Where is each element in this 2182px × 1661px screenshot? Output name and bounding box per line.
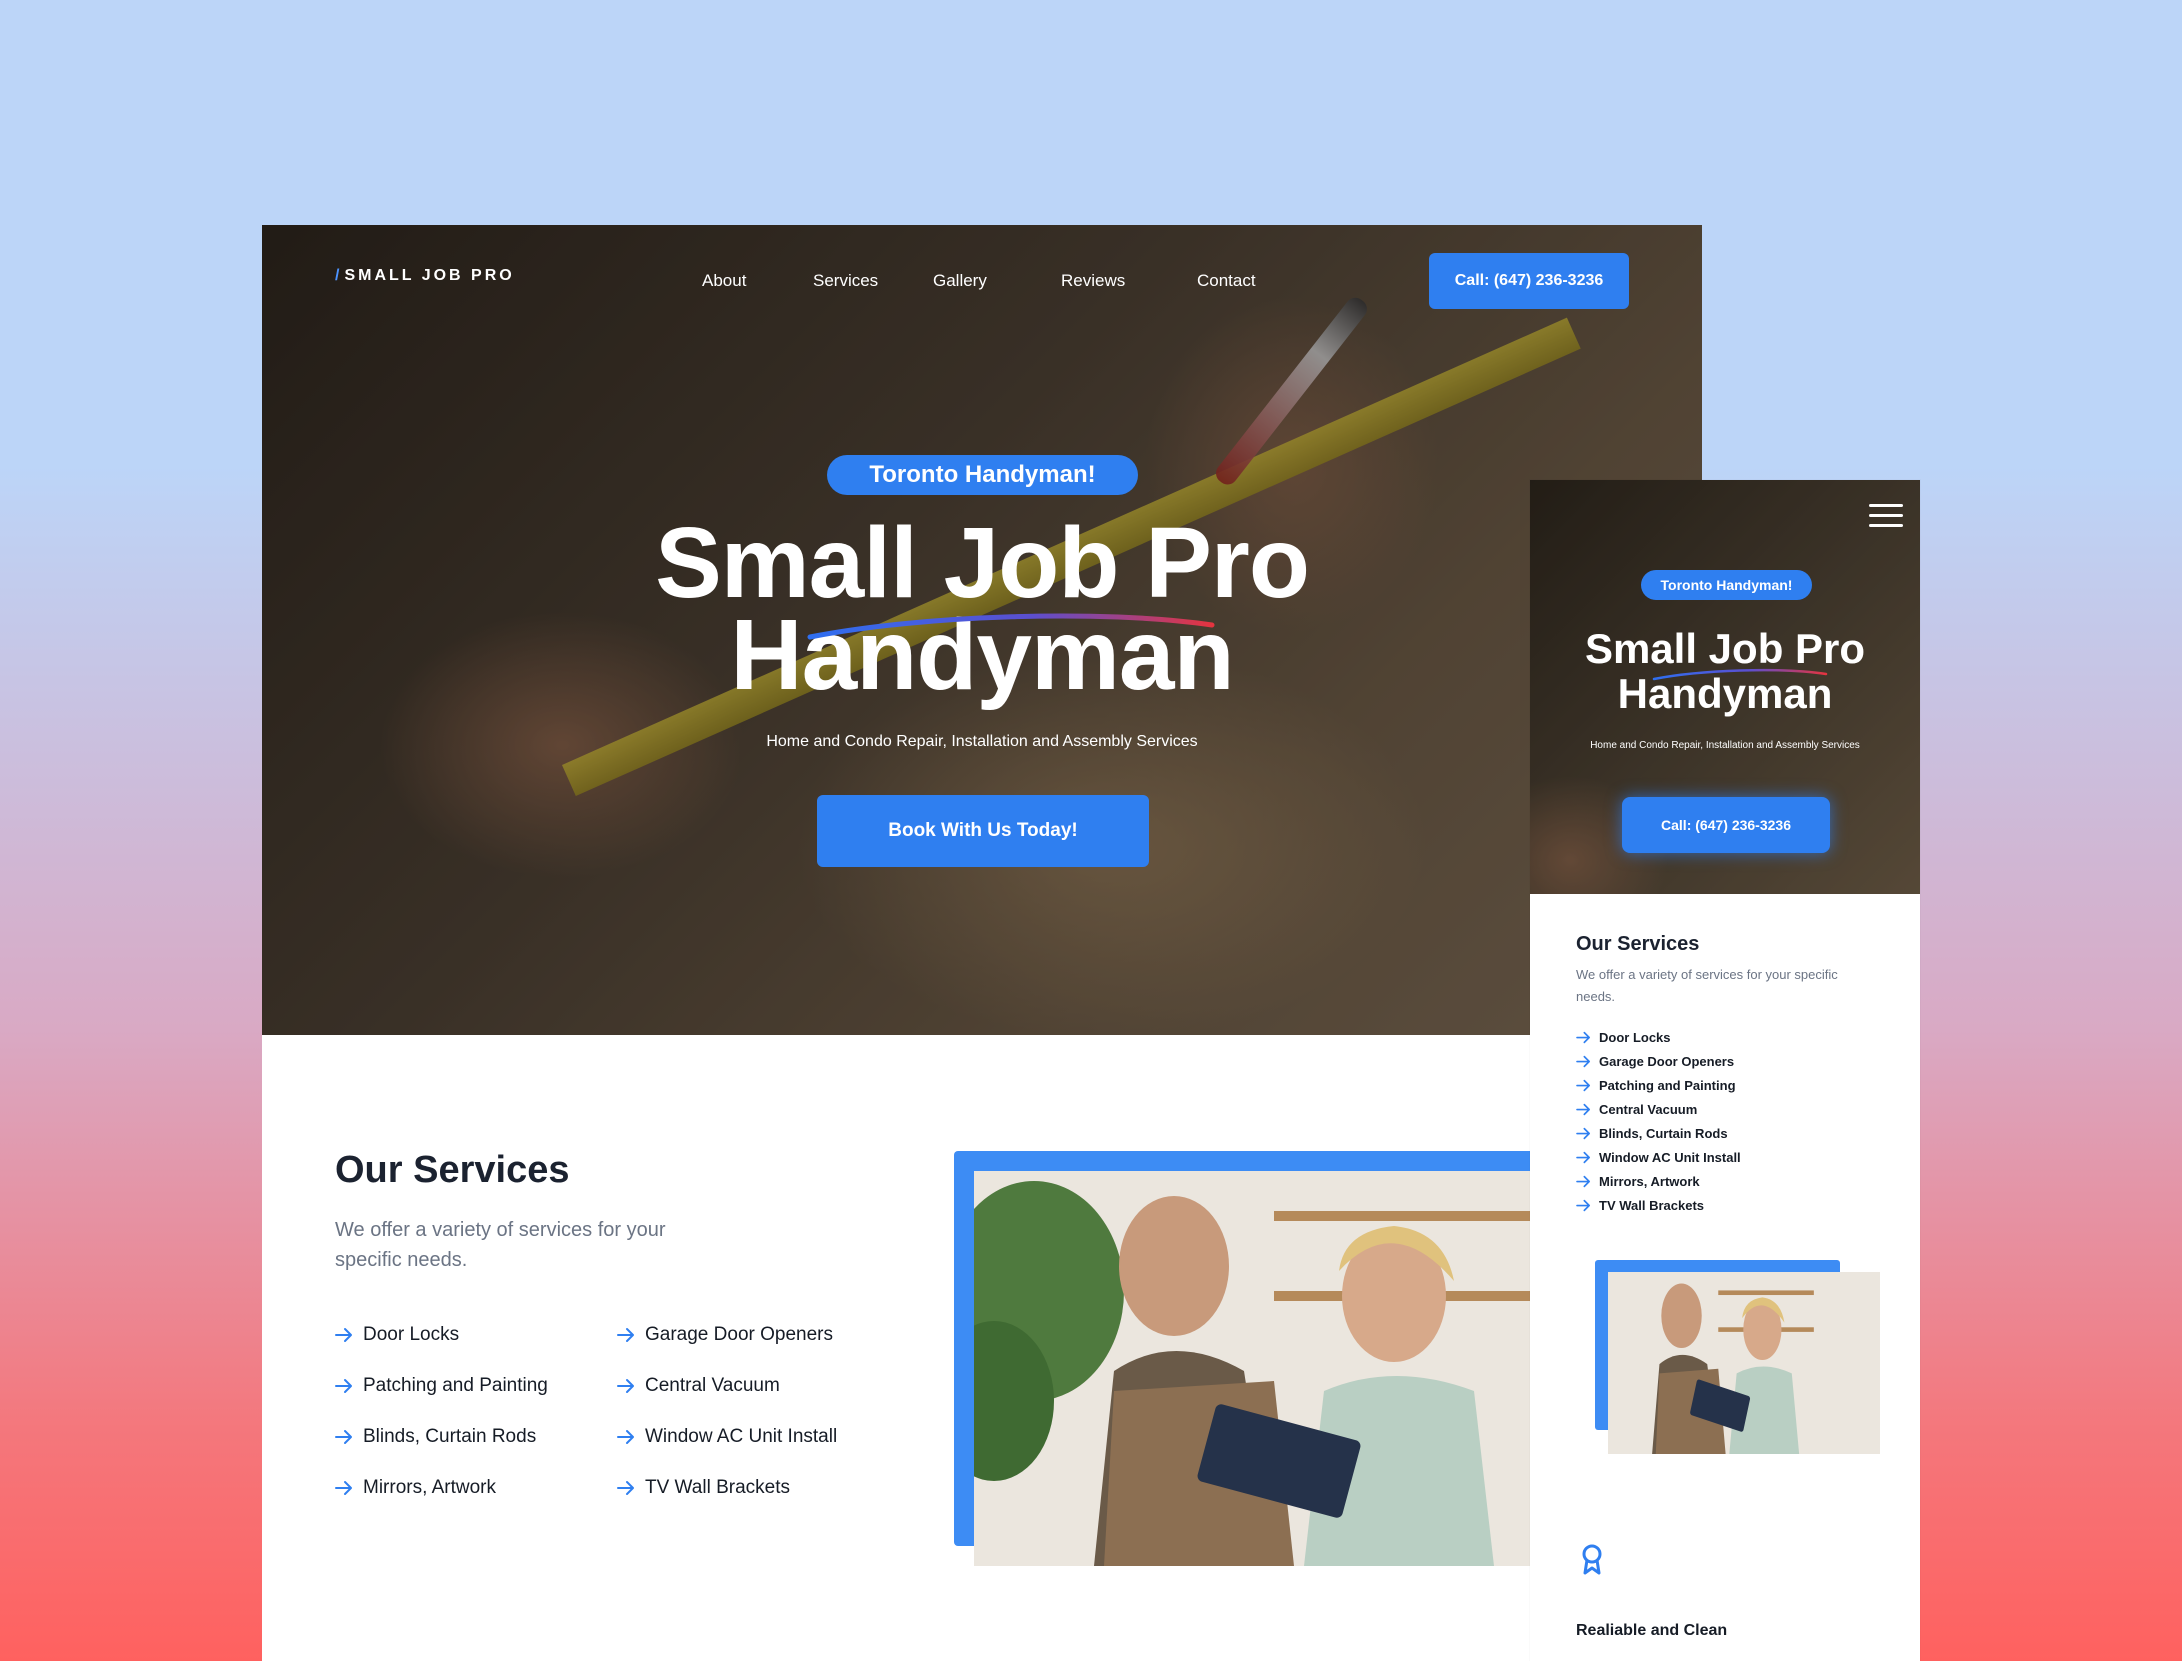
service-item: Garage Door Openers (617, 1324, 833, 1346)
service-item: Patching and Painting (335, 1375, 548, 1397)
arrow-right-icon (1576, 1175, 1590, 1188)
call-button[interactable]: Call: (647) 236-3236 (1429, 253, 1629, 309)
nav-reviews[interactable]: Reviews (1061, 271, 1125, 291)
arrow-right-icon (1576, 1055, 1590, 1068)
mobile-service-item: Mirrors, Artwork (1576, 1174, 1700, 1189)
mobile-service-item: Window AC Unit Install (1576, 1150, 1741, 1165)
title-underline-swoosh (807, 613, 1215, 640)
hero-subtitle: Home and Condo Repair, Installation and … (766, 733, 1198, 750)
arrow-right-icon (617, 1379, 634, 1393)
hamburger-menu-icon[interactable] (1869, 504, 1903, 528)
desktop-mockup: / SMALL JOB PRO About Services Gallery Re… (262, 225, 1702, 1661)
nav-about[interactable]: About (702, 271, 746, 291)
arrow-right-icon (617, 1430, 634, 1444)
mobile-title-underline-swoosh (1652, 668, 1828, 681)
mobile-service-item: Central Vacuum (1576, 1102, 1697, 1117)
services-description: We offer a variety of services for your … (335, 1219, 666, 1271)
service-item: Central Vacuum (617, 1375, 780, 1397)
arrow-right-icon (617, 1328, 634, 1342)
arrow-right-icon (335, 1328, 352, 1342)
arrow-right-icon (1576, 1199, 1590, 1212)
service-item: TV Wall Brackets (617, 1477, 790, 1499)
arrow-right-icon (1576, 1079, 1590, 1092)
mobile-hero-subtitle: Home and Condo Repair, Installation and … (1590, 740, 1860, 751)
nav-gallery[interactable]: Gallery (933, 271, 987, 291)
service-item: Window AC Unit Install (617, 1426, 837, 1448)
services-heading: Our Services (335, 1149, 570, 1191)
award-ribbon-icon (1582, 1544, 1602, 1575)
nav-contact[interactable]: Contact (1197, 271, 1256, 291)
mobile-service-item: Patching and Painting (1576, 1078, 1736, 1093)
feature-title: Realiable and Clean (1576, 1622, 1728, 1639)
mobile-hero-section: Toronto Handyman! Small Job Pro Handyman… (1530, 480, 1920, 894)
mobile-hero-badge: Toronto Handyman! (1641, 570, 1812, 600)
mobile-handyman-client-photo (1608, 1272, 1880, 1454)
service-item: Blinds, Curtain Rods (335, 1426, 536, 1448)
arrow-right-icon (335, 1430, 352, 1444)
site-logo[interactable]: / SMALL JOB PRO (335, 267, 515, 285)
mobile-service-item: Blinds, Curtain Rods (1576, 1126, 1728, 1141)
hero-title-line1: Small Job Pro (655, 507, 1310, 619)
hero-badge: Toronto Handyman! (827, 455, 1138, 495)
arrow-right-icon (335, 1481, 352, 1495)
service-item: Mirrors, Artwork (335, 1477, 496, 1499)
arrow-right-icon (335, 1379, 352, 1393)
arrow-right-icon (617, 1481, 634, 1495)
mobile-service-item: TV Wall Brackets (1576, 1198, 1704, 1213)
arrow-right-icon (1576, 1151, 1590, 1164)
book-button[interactable]: Book With Us Today! (817, 795, 1149, 867)
mobile-service-item: Garage Door Openers (1576, 1054, 1734, 1069)
mobile-mockup: Toronto Handyman! Small Job Pro Handyman… (1530, 480, 1920, 1661)
arrow-right-icon (1576, 1127, 1590, 1140)
arrow-right-icon (1576, 1103, 1590, 1116)
nav-services[interactable]: Services (813, 271, 878, 291)
mobile-call-button[interactable]: Call: (647) 236-3236 (1622, 797, 1830, 853)
service-item: Door Locks (335, 1324, 459, 1346)
hero-section: / SMALL JOB PRO About Services Gallery Re… (262, 225, 1702, 1035)
